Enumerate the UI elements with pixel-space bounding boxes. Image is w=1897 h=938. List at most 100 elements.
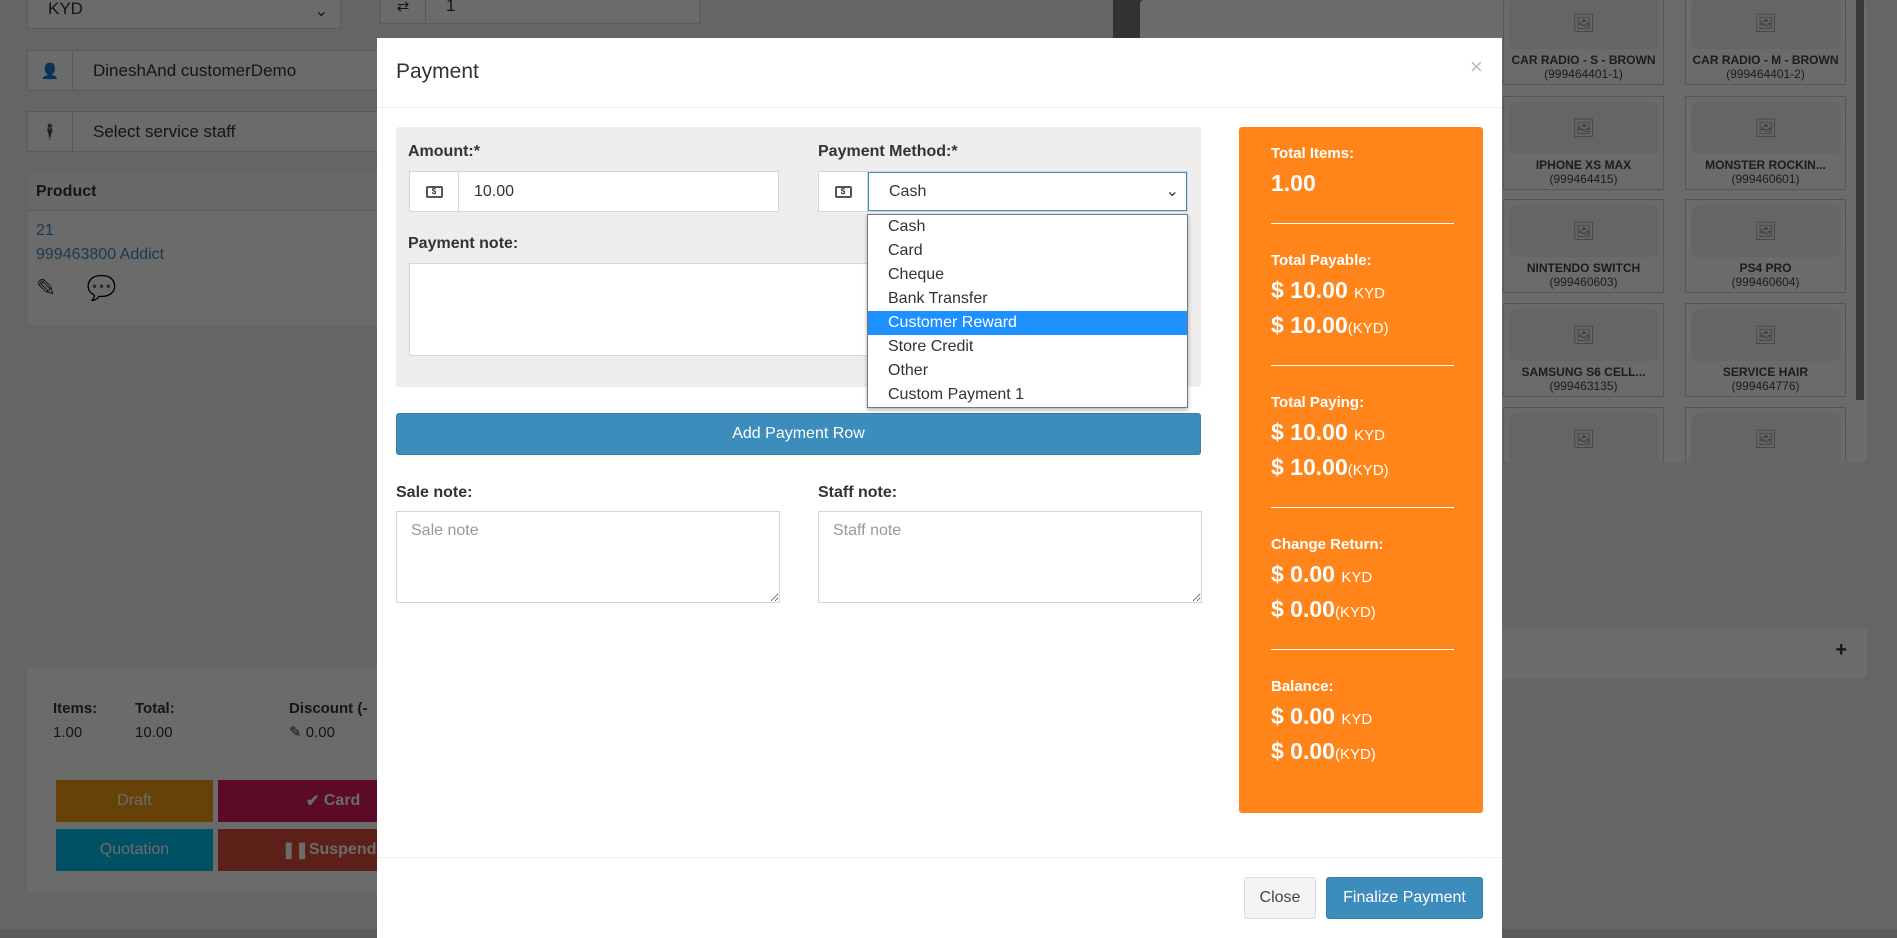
product-card[interactable]: 🖼 CAR RADIO - M - BROWN (999464401-2) [1685, 0, 1846, 85]
payment-method-dropdown: Cash Card Cheque Bank Transfer Customer Rewa… [867, 214, 1188, 408]
product-sku: (999460603) [1549, 275, 1618, 289]
amount-value: 10.00 [474, 182, 515, 200]
footer-divider [377, 857, 1502, 858]
total-payable-value: $ 10.00 [1271, 277, 1348, 303]
staff-note-label: Staff note: [818, 484, 898, 501]
product-card[interactable]: 🖼 IPHONE XS MAX (999464415) [1503, 96, 1664, 190]
quotation-button[interactable]: Quotation [56, 829, 213, 871]
close-button[interactable]: Close [1244, 877, 1316, 919]
product-card[interactable]: 🖼 [1503, 407, 1664, 462]
product-card[interactable]: 🖼 NINTENDO SWITCH (999460603) [1503, 199, 1664, 293]
product-name: PS4 PRO [1739, 261, 1792, 275]
quantity-value: 1 [446, 0, 456, 15]
image-icon: 🖼 [1690, 413, 1841, 462]
product-name: CAR RADIO - S - BROWN [1511, 53, 1656, 67]
image-icon: 🖼 [1508, 205, 1659, 257]
divider [1271, 365, 1454, 366]
draft-button[interactable]: Draft [56, 780, 213, 822]
edit-icon[interactable]: ✎ [36, 275, 56, 302]
product-name: MONSTER ROCKIN... [1705, 158, 1826, 172]
image-icon: 🖼 [1508, 0, 1659, 49]
amount-input[interactable]: $ 10.00 [409, 171, 779, 212]
payment-summary: Total Items: 1.00 Total Payable: $ 10.00… [1239, 127, 1483, 813]
image-icon: 🖼 [1508, 413, 1659, 462]
quantity-input[interactable]: ⇄ 1 [380, 0, 700, 24]
chevron-down-icon: ⌄ [1165, 183, 1179, 200]
edit-discount-icon[interactable]: ✎ [289, 724, 302, 741]
product-sku: (999463135) [1549, 379, 1618, 393]
dropdown-option[interactable]: Card [868, 239, 1187, 263]
product-card[interactable]: 🖼 SERVICE HAIR (999464776) [1685, 303, 1846, 397]
finalize-payment-button[interactable]: Finalize Payment [1326, 877, 1483, 919]
product-card[interactable]: 🖼 PS4 PRO (999460604) [1685, 199, 1846, 293]
items-value: 1.00 [53, 724, 83, 741]
currency: KYD [1341, 711, 1373, 728]
total-paying-value: $ 10.00 [1271, 419, 1348, 445]
dropdown-option[interactable]: Cash [868, 215, 1187, 239]
service-staff-placeholder: Select service staff [93, 121, 236, 141]
currency: (KYD) [1347, 462, 1389, 479]
product-sku: (999460601) [1731, 172, 1800, 186]
product-name: IPHONE XS MAX [1535, 158, 1632, 172]
payment-method-select[interactable]: $ Cash ⌄ [818, 171, 1188, 212]
money-icon: $ [410, 172, 459, 211]
image-icon: 🖼 [1690, 0, 1841, 49]
suspend-label: Suspend [308, 841, 377, 858]
currency: (KYD) [1334, 746, 1376, 763]
check-icon: ✔ [306, 793, 324, 810]
dropdown-option[interactable]: Cheque [868, 263, 1187, 287]
sale-note-input[interactable] [396, 511, 780, 603]
balance-value-2: $ 0.00 [1271, 738, 1335, 764]
total-label: Total: [135, 700, 175, 717]
currency: KYD [1354, 427, 1385, 444]
product-sku: (999460604) [1731, 275, 1800, 289]
currency: (KYD) [1334, 604, 1376, 621]
dropdown-option[interactable]: Bank Transfer [868, 287, 1187, 311]
divider [1271, 223, 1454, 224]
balance-value: $ 0.00 [1271, 703, 1335, 729]
pause-icon: ❚❚ [282, 842, 309, 859]
payment-method-value: Cash [868, 172, 1187, 211]
plus-icon[interactable]: + [1835, 639, 1847, 662]
product-card[interactable]: 🖼 CAR RADIO - S - BROWN (999464401-1) [1503, 0, 1664, 85]
change-return-label: Change Return: [1271, 536, 1384, 553]
dropdown-option[interactable]: Store Credit [868, 335, 1187, 359]
modal-title: Payment [396, 60, 479, 83]
dropdown-option[interactable]: Custom Payment 1 [868, 383, 1187, 407]
dropdown-option[interactable]: Other [868, 359, 1187, 383]
product-name: CAR RADIO - M - BROWN [1692, 53, 1839, 67]
items-label: Items: [53, 700, 98, 717]
currency-select[interactable]: KYD ⌄ [27, 0, 341, 29]
exchange-icon: ⇄ [381, 0, 426, 23]
dropdown-option[interactable]: Customer Reward [868, 311, 1187, 335]
image-icon: 🖼 [1690, 205, 1841, 257]
customer-value: DineshAnd customerDemo [93, 60, 297, 80]
total-payable-value-2: $ 10.00 [1271, 312, 1348, 338]
total-paying-label: Total Paying: [1271, 394, 1365, 411]
currency-value: KYD [48, 0, 83, 18]
close-icon[interactable]: × [1470, 54, 1483, 80]
product-sku: (999464401-2) [1726, 67, 1805, 81]
header-divider [377, 107, 1502, 108]
discount-label: Discount (- [289, 700, 368, 717]
discount-value: 0.00 [305, 724, 335, 741]
product-sku: (999464401-1) [1544, 67, 1623, 81]
image-icon: 🖼 [1690, 309, 1841, 361]
image-icon: 🖼 [1690, 102, 1841, 154]
image-icon: 🖼 [1508, 102, 1659, 154]
payment-note-label: Payment note: [408, 235, 519, 252]
balance-label: Balance: [1271, 678, 1334, 695]
change-return-value-2: $ 0.00 [1271, 596, 1335, 622]
staff-note-input[interactable] [818, 511, 1202, 603]
grid-scrollbar[interactable] [1856, 0, 1864, 400]
chevron-down-icon: ⌄ [314, 3, 328, 20]
image-icon: 🖼 [1508, 309, 1659, 361]
add-payment-row-button[interactable]: Add Payment Row [396, 413, 1201, 455]
user-icon: 👤 [28, 51, 73, 90]
product-card[interactable]: 🖼 [1685, 407, 1846, 462]
divider [1271, 507, 1454, 508]
comment-icon[interactable]: 💬 [87, 275, 117, 302]
product-card[interactable]: 🖼 SAMSUNG S6 CELL... (999463135) [1503, 303, 1664, 397]
product-card[interactable]: 🖼 MONSTER ROCKIN... (999460601) [1685, 96, 1846, 190]
total-payable-label: Total Payable: [1271, 252, 1372, 269]
